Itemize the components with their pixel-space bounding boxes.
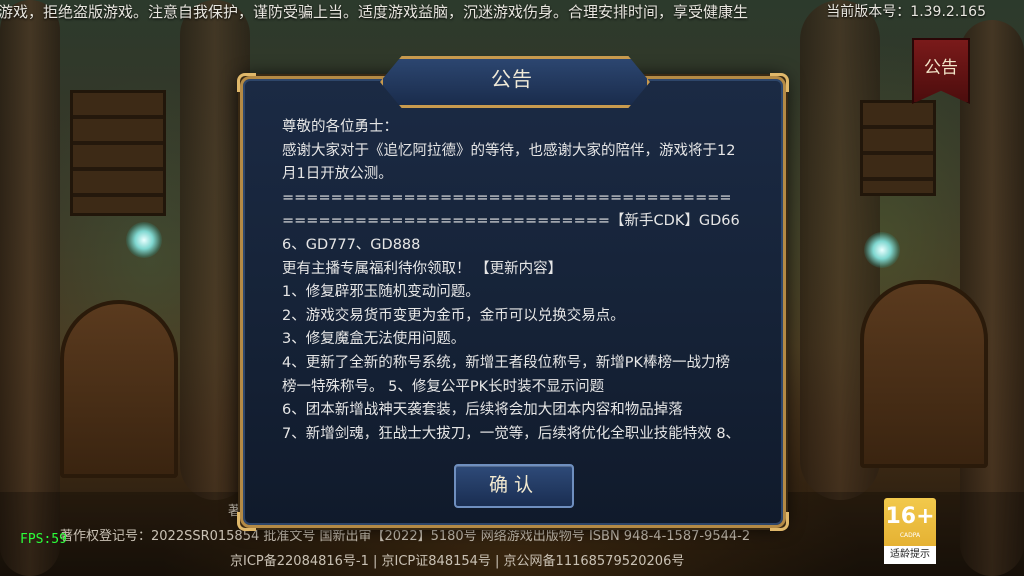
age-rating-tip: 适龄提示 [884,546,936,564]
announcement-line: 2、游戏交易货币变更为金币，金币可以兑换交易点。 [282,307,625,324]
announcement-line: ========================================… [282,189,740,253]
dialog-corner-ornament [237,73,256,92]
fps-counter: FPS:59 [20,532,67,547]
confirm-button[interactable]: 确认 [454,464,574,508]
announcement-line: 6、团本新增战神天袭套装，后续将会加大团本内容和物品掉落 [282,402,683,419]
announcement-line: 3、修复魔盒无法使用问题。 [282,331,466,348]
announcement-line: 1、修复辟邪玉随机变动问题。 [282,284,480,301]
footer-icp-line: 京ICP备22084816号-1 | 京ICP证848154号 | 京公网备11… [230,554,685,569]
bookshelf [860,100,936,196]
version-label: 当前版本号：1.39.2.165 [826,4,986,20]
wooden-door [860,280,988,468]
health-notice-text: 游戏，拒绝盗版游戏。注意自我保护，谨防受骗上当。适度游戏益脑，沉迷游戏伤身。合理… [0,3,749,21]
wooden-door [60,300,178,478]
dialog-title: 公告 [491,67,533,91]
announcement-line: 7、新增剑魂，狂战士大拔刀，一觉等，后续将优化全职业技能特效 8、新的职业均在路… [282,425,741,442]
bookshelf [70,90,166,216]
dialog-corner-ornament [770,512,789,531]
announcement-line: 尊敬的各位勇士： [282,119,398,135]
age-rating-badge[interactable]: 16+ CADPA 适龄提示 [884,498,936,564]
glowing-lantern [864,232,900,268]
announcement-line: 4、更新了全新的称号系统，新增王者段位称号，新增PK棒榜一战力榜榜一特殊称号。 … [282,354,730,395]
age-rating-subtitle: CADPA [899,532,921,539]
tree-trunk [0,0,60,576]
age-rating-number: 16+ [885,504,935,529]
dialog-corner-ornament [237,512,256,531]
announcement-line: 更有主播专属福利待你领取！ 【更新内容】 [282,260,563,277]
announcement-content[interactable]: 尊敬的各位勇士： 感谢大家对于《追忆阿拉德》的等待，也感谢大家的陪伴，游戏将于1… [282,116,742,448]
glowing-lantern [126,222,162,258]
dialog-corner-ornament [770,73,789,92]
announcement-line: 感谢大家对于《追忆阿拉德》的等待，也感谢大家的陪伴，游戏将于12月1日开放公测。 [282,142,736,183]
